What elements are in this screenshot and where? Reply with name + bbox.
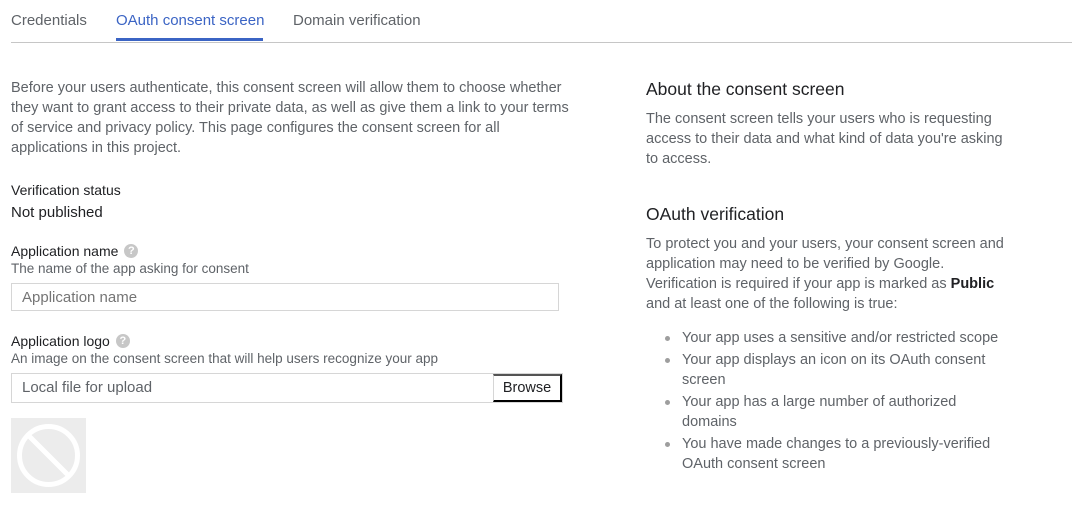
about-title: About the consent screen bbox=[646, 79, 845, 99]
public-keyword: Public bbox=[950, 276, 995, 292]
list-item-text: You have made changes to a previously-ve… bbox=[682, 436, 991, 472]
active-tab-indicator bbox=[116, 38, 263, 41]
about-text: The consent screen tells your users who … bbox=[646, 111, 1003, 167]
verification-criteria-list: Your app uses a sensitive and/or restric… bbox=[646, 328, 1026, 476]
application-logo-label: Application logo bbox=[11, 333, 110, 349]
tab-domain-verification[interactable]: Domain verification bbox=[293, 12, 421, 30]
application-name-input[interactable] bbox=[11, 283, 559, 311]
list-item-text: Your app has a large number of authorize… bbox=[682, 394, 957, 430]
bullet-icon bbox=[665, 442, 670, 447]
list-item: You have made changes to a previously-ve… bbox=[646, 434, 1002, 474]
logo-file-input[interactable]: Local file for upload Browse bbox=[11, 373, 563, 403]
list-item: Your app uses a sensitive and/or restric… bbox=[646, 328, 1002, 348]
verification-status-label: Verification status bbox=[11, 182, 121, 198]
list-item-text: Your app displays an icon on its OAuth c… bbox=[682, 352, 986, 388]
list-item-text: Your app uses a sensitive and/or restric… bbox=[682, 330, 999, 346]
logo-preview bbox=[11, 418, 86, 493]
bullet-icon bbox=[665, 336, 670, 341]
application-name-label-row: Application name? bbox=[11, 242, 139, 260]
application-logo-label-row: Application logo? bbox=[11, 332, 130, 350]
application-name-hint: The name of the app asking for consent bbox=[11, 261, 249, 276]
help-icon[interactable]: ? bbox=[115, 334, 130, 349]
list-item: Your app displays an icon on its OAuth c… bbox=[646, 350, 1002, 390]
file-input-placeholder: Local file for upload bbox=[22, 379, 153, 396]
oauth-verification-text-after: and at least one of the following is tru… bbox=[646, 296, 898, 312]
list-item: Your app has a large number of authorize… bbox=[646, 392, 1002, 432]
application-logo-hint: An image on the consent screen that will… bbox=[11, 351, 438, 366]
oauth-verification-text: To protect you and your users, your cons… bbox=[646, 234, 1016, 314]
bullet-icon bbox=[665, 358, 670, 363]
oauth-verification-title: OAuth verification bbox=[646, 204, 785, 224]
application-name-label: Application name bbox=[11, 243, 119, 259]
tab-bar: Credentials OAuth consent screen Domain … bbox=[11, 0, 1072, 43]
intro-text: Before your users authenticate, this con… bbox=[11, 80, 569, 156]
no-image-icon bbox=[17, 424, 80, 487]
help-icon[interactable]: ? bbox=[124, 244, 139, 259]
bullet-icon bbox=[665, 400, 670, 405]
verification-status-value: Not published bbox=[11, 204, 103, 221]
browse-button[interactable]: Browse bbox=[493, 374, 562, 402]
tab-credentials[interactable]: Credentials bbox=[11, 12, 87, 30]
tab-oauth-consent-screen[interactable]: OAuth consent screen bbox=[116, 12, 264, 30]
